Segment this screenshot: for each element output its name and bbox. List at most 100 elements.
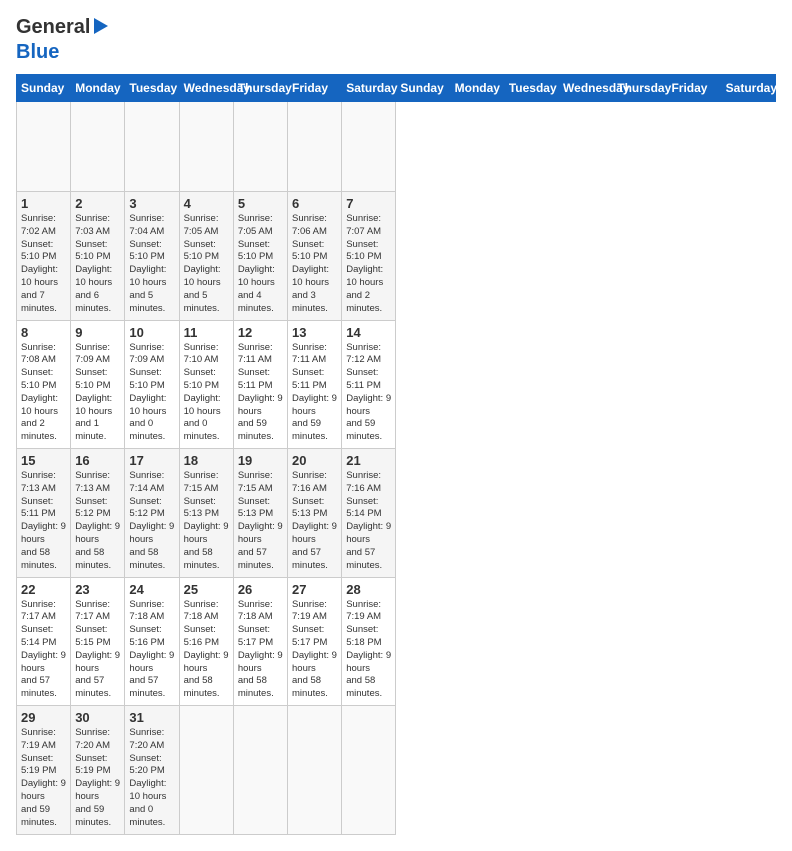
calendar-cell: 9Sunrise: 7:09 AMSunset: 5:10 PMDaylight… — [71, 320, 125, 449]
day-info-line: and 59 minutes. — [21, 804, 66, 830]
calendar-cell: 3Sunrise: 7:04 AMSunset: 5:10 PMDaylight… — [125, 192, 179, 321]
day-info-line: Sunset: 5:10 PM — [75, 239, 120, 265]
logo-blue: Blue — [16, 41, 59, 63]
day-info-line: Sunset: 5:11 PM — [238, 367, 283, 393]
day-info-line: Daylight: 10 hours — [75, 393, 120, 419]
calendar-cell: 7Sunrise: 7:07 AMSunset: 5:10 PMDaylight… — [342, 192, 396, 321]
day-info-line: and 57 minutes. — [238, 547, 283, 573]
day-info-line: and 5 minutes. — [184, 290, 229, 316]
day-info-line: and 58 minutes. — [129, 547, 174, 573]
day-number: 8 — [21, 325, 66, 340]
day-header-sunday: Sunday — [396, 75, 450, 102]
calendar-cell: 25Sunrise: 7:18 AMSunset: 5:16 PMDayligh… — [179, 577, 233, 706]
calendar-cell: 15Sunrise: 7:13 AMSunset: 5:11 PMDayligh… — [17, 449, 71, 578]
day-info-line: Daylight: 9 hours — [238, 393, 283, 419]
day-info-line: Sunset: 5:18 PM — [346, 624, 391, 650]
day-header-wednesday: Wednesday — [559, 75, 613, 102]
calendar-cell: 26Sunrise: 7:18 AMSunset: 5:17 PMDayligh… — [233, 577, 287, 706]
day-info-line: and 58 minutes. — [292, 675, 337, 701]
calendar-cell — [288, 706, 342, 835]
day-info-line: Daylight: 9 hours — [129, 521, 174, 547]
day-info-line: Daylight: 10 hours — [184, 393, 229, 419]
day-info-line: Sunrise: 7:10 AM — [184, 342, 229, 368]
calendar-week-4: 22Sunrise: 7:17 AMSunset: 5:14 PMDayligh… — [17, 577, 776, 706]
day-info-line: Sunset: 5:17 PM — [292, 624, 337, 650]
day-number: 16 — [75, 453, 120, 468]
day-info-line: Sunset: 5:11 PM — [292, 367, 337, 393]
day-header-tuesday: Tuesday — [125, 75, 179, 102]
day-info-line: Sunset: 5:10 PM — [184, 239, 229, 265]
calendar-cell — [17, 102, 71, 192]
day-info-line: Sunset: 5:10 PM — [292, 239, 337, 265]
day-info-line: Sunrise: 7:15 AM — [238, 470, 283, 496]
day-number: 24 — [129, 582, 174, 597]
day-info-line: Sunset: 5:15 PM — [75, 624, 120, 650]
day-number: 31 — [129, 710, 174, 725]
day-number: 3 — [129, 196, 174, 211]
day-number: 19 — [238, 453, 283, 468]
calendar-cell — [71, 102, 125, 192]
day-info-line: Sunset: 5:20 PM — [129, 753, 174, 779]
calendar-cell: 16Sunrise: 7:13 AMSunset: 5:12 PMDayligh… — [71, 449, 125, 578]
day-info-line: Sunrise: 7:03 AM — [75, 213, 120, 239]
day-info-line: Sunrise: 7:04 AM — [129, 213, 174, 239]
day-info-line: Daylight: 9 hours — [346, 393, 391, 419]
day-info-line: and 57 minutes. — [21, 675, 66, 701]
day-info-line: Sunset: 5:10 PM — [238, 239, 283, 265]
day-info-line: Sunrise: 7:18 AM — [238, 599, 283, 625]
logo-general: General — [16, 16, 90, 38]
day-info-line: Sunset: 5:14 PM — [21, 624, 66, 650]
day-info-line: Daylight: 9 hours — [75, 521, 120, 547]
calendar-cell — [233, 102, 287, 192]
day-info-line: and 0 minutes. — [184, 418, 229, 444]
day-number: 17 — [129, 453, 174, 468]
calendar-cell: 28Sunrise: 7:19 AMSunset: 5:18 PMDayligh… — [342, 577, 396, 706]
day-info-line: Sunset: 5:11 PM — [346, 367, 391, 393]
calendar-cell: 20Sunrise: 7:16 AMSunset: 5:13 PMDayligh… — [288, 449, 342, 578]
day-header-monday: Monday — [71, 75, 125, 102]
day-info-line: and 7 minutes. — [21, 290, 66, 316]
day-number: 15 — [21, 453, 66, 468]
day-number: 13 — [292, 325, 337, 340]
day-info-line: and 5 minutes. — [129, 290, 174, 316]
day-number: 11 — [184, 325, 229, 340]
calendar-cell: 5Sunrise: 7:05 AMSunset: 5:10 PMDaylight… — [233, 192, 287, 321]
day-header-tuesday: Tuesday — [504, 75, 558, 102]
day-info-line: Daylight: 10 hours — [75, 264, 120, 290]
day-info-line: Daylight: 9 hours — [21, 650, 66, 676]
day-info-line: and 58 minutes. — [238, 675, 283, 701]
day-info-line: and 57 minutes. — [292, 547, 337, 573]
day-header-thursday: Thursday — [613, 75, 667, 102]
day-info-line: Sunset: 5:13 PM — [238, 496, 283, 522]
day-info-line: Sunrise: 7:11 AM — [292, 342, 337, 368]
day-header-monday: Monday — [450, 75, 504, 102]
day-number: 21 — [346, 453, 391, 468]
day-info-line: Sunset: 5:10 PM — [129, 239, 174, 265]
day-header-wednesday: Wednesday — [179, 75, 233, 102]
calendar-cell — [179, 706, 233, 835]
logo-arrow-icon — [94, 18, 108, 34]
day-info-line: Sunrise: 7:18 AM — [129, 599, 174, 625]
day-info-line: Sunrise: 7:07 AM — [346, 213, 391, 239]
calendar-cell: 6Sunrise: 7:06 AMSunset: 5:10 PMDaylight… — [288, 192, 342, 321]
day-info-line: Daylight: 9 hours — [184, 521, 229, 547]
day-number: 25 — [184, 582, 229, 597]
day-info-line: Sunset: 5:10 PM — [129, 367, 174, 393]
day-info-line: Daylight: 10 hours — [129, 778, 174, 804]
day-info-line: and 2 minutes. — [21, 418, 66, 444]
day-info-line: Daylight: 9 hours — [292, 521, 337, 547]
day-info-line: Sunrise: 7:19 AM — [292, 599, 337, 625]
day-number: 28 — [346, 582, 391, 597]
day-info-line: Sunrise: 7:05 AM — [184, 213, 229, 239]
logo: General Blue — [16, 16, 90, 64]
day-info-line: Daylight: 10 hours — [238, 264, 283, 290]
day-number: 23 — [75, 582, 120, 597]
day-info-line: Daylight: 9 hours — [21, 778, 66, 804]
day-info-line: Sunrise: 7:16 AM — [292, 470, 337, 496]
calendar-cell: 2Sunrise: 7:03 AMSunset: 5:10 PMDaylight… — [71, 192, 125, 321]
day-number: 29 — [21, 710, 66, 725]
day-info-line: Sunrise: 7:17 AM — [21, 599, 66, 625]
day-info-line: Sunset: 5:14 PM — [346, 496, 391, 522]
calendar-header-row: SundayMondayTuesdayWednesdayThursdayFrid… — [17, 75, 776, 102]
day-info-line: Daylight: 10 hours — [184, 264, 229, 290]
